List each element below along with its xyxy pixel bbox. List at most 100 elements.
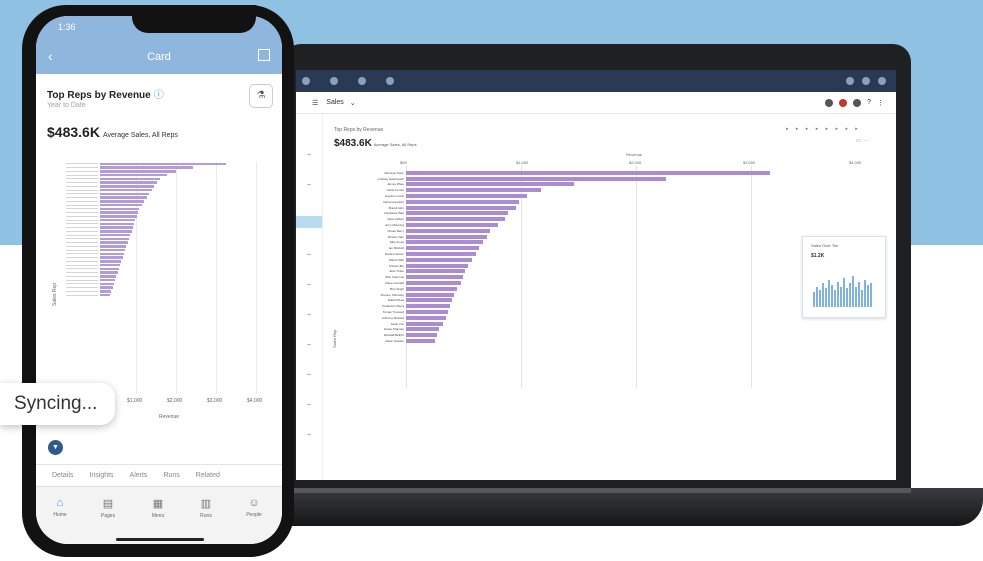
tab-insights[interactable]: Insights [89,472,113,479]
chart-bar[interactable] [406,269,465,274]
chart-bar[interactable] [406,217,505,222]
back-icon[interactable]: ‹ [48,48,53,64]
chart-bar[interactable] [100,177,161,181]
nav-icon[interactable] [386,77,394,85]
chart-bar[interactable] [406,298,452,303]
chart-bar[interactable] [406,188,542,193]
nav-icon[interactable] [358,77,366,85]
chart-bar[interactable] [406,304,450,309]
chart-bar[interactable] [100,218,136,222]
chart-bar[interactable] [405,170,770,175]
tab-related[interactable]: Related [196,472,220,479]
chart-bar[interactable] [100,181,157,184]
chart-bar[interactable] [100,293,111,297]
chart-options-icon[interactable]: ▭ ⋯ [856,138,867,144]
chart-bar[interactable] [406,275,463,280]
chart-bar[interactable] [100,260,122,263]
chart-bar[interactable] [100,263,121,267]
chart-bar[interactable] [406,252,476,257]
chart-bar[interactable] [100,162,226,166]
chart-bar[interactable] [100,188,152,192]
chart-bar[interactable] [406,292,454,297]
tab-runs[interactable]: Runs [163,472,179,479]
chart-bar[interactable] [406,315,447,320]
chart-bar[interactable] [406,339,436,343]
search-icon[interactable] [846,77,854,85]
chart-toolbar[interactable]: ▸ ▸ ▸ ▸ ▸ ▸ ▸ ▸ [786,126,861,132]
profile-icon[interactable] [878,77,886,85]
chart-bar[interactable] [100,233,131,237]
tab-alerts[interactable]: Alerts [130,472,148,479]
nav-runs[interactable]: ▥ Runs [186,497,226,519]
avatar[interactable] [853,98,862,107]
chart-bar[interactable] [406,310,449,315]
chart-bar[interactable] [100,215,137,218]
avatar[interactable] [839,98,848,107]
chart-bar[interactable] [100,222,135,226]
flask-icon[interactable]: ⚗ [249,84,273,108]
chart-bar[interactable] [100,166,194,169]
chart-bar[interactable] [100,245,127,248]
sidebar-selected-item[interactable] [296,216,322,228]
chart-bar[interactable] [100,290,112,293]
chart-bar[interactable] [406,257,472,262]
chart-bar[interactable] [100,173,167,177]
avatar[interactable] [825,98,834,107]
chart-bar[interactable] [100,200,145,203]
filter-icon[interactable]: ▼ [48,440,63,455]
chevron-down-icon[interactable]: ⌄ [350,99,356,107]
chart-bar[interactable] [100,275,117,278]
help-icon[interactable]: ? [867,99,871,106]
chart-bar[interactable] [100,248,126,252]
chart-bar[interactable] [406,327,439,332]
chart-row [66,293,246,297]
nav-people[interactable]: ☺ People [234,497,274,518]
chart-bar[interactable] [100,267,119,271]
chart-bar[interactable] [406,182,575,187]
chart-bar[interactable] [100,241,128,244]
chart-bar[interactable] [406,321,443,326]
chart-bar[interactable] [100,282,114,286]
app-icon[interactable] [302,77,310,85]
chart-bar[interactable] [406,246,480,251]
notifications-icon[interactable] [862,77,870,85]
chart-bar[interactable] [406,223,498,228]
nav-home[interactable]: ⌂ Home [40,497,80,518]
chart-bar[interactable] [406,234,487,239]
chart-bar[interactable] [406,286,458,291]
chart-bar[interactable] [406,176,666,181]
mini-chart-card[interactable]: Sales Over Tim $1.2K [802,236,886,318]
chart-bar[interactable] [406,199,520,204]
chart-bar[interactable] [100,203,142,207]
chart-bar[interactable] [100,256,123,259]
info-icon[interactable]: ⓘ [154,90,164,101]
chart-bar[interactable] [100,196,147,199]
nav-pages[interactable]: ▤ Pages [88,497,128,519]
chart-bar[interactable] [406,240,483,245]
chart-bar[interactable] [100,230,132,233]
chart-bar[interactable] [100,286,113,289]
chart-bar[interactable] [406,281,461,286]
chart-bar[interactable] [100,207,140,211]
chart-bar[interactable] [100,192,150,196]
chart-bar[interactable] [100,271,118,274]
share-icon[interactable] [258,49,270,61]
chart-bar[interactable] [100,170,176,173]
more-icon[interactable]: ⋮ [877,99,884,107]
chart-bar[interactable] [406,211,509,216]
chart-bar[interactable] [406,333,438,338]
nav-icon[interactable] [330,77,338,85]
chart-bar[interactable] [100,278,116,282]
chart-bar[interactable] [100,252,124,256]
chart-bar[interactable] [406,205,516,210]
hamburger-icon[interactable]: ☰ [312,99,318,107]
chart-bar[interactable] [406,228,491,233]
chart-bar[interactable] [100,185,155,188]
chart-bar[interactable] [100,237,129,241]
tab-details[interactable]: Details [52,472,73,479]
chart-bar[interactable] [406,263,469,268]
chart-bar[interactable] [406,194,527,199]
chart-bar[interactable] [100,211,138,214]
chart-bar[interactable] [100,226,133,229]
nav-menu[interactable]: ▦ Menu [138,497,178,519]
